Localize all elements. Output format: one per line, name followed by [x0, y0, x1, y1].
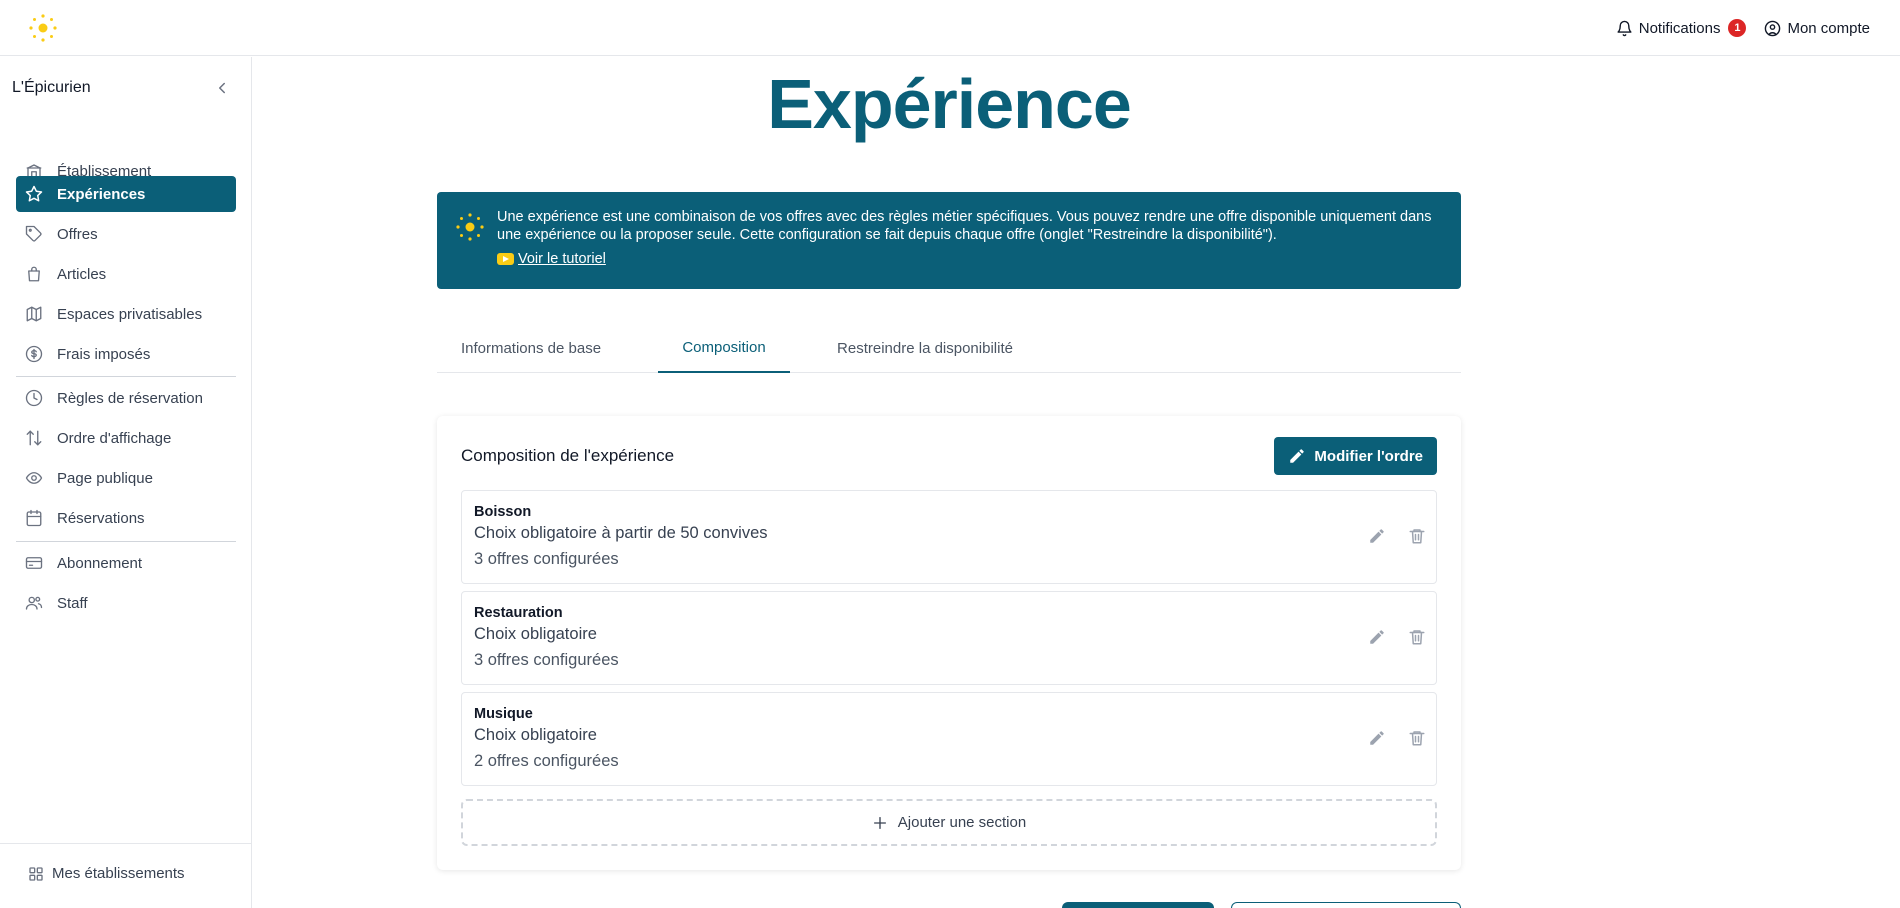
notifications-label: Notifications	[1638, 19, 1721, 37]
tab-label: Informations de base	[460, 340, 602, 357]
trash-icon[interactable]	[1408, 729, 1426, 747]
grid-icon	[29, 866, 43, 881]
sidebar: L'Épicurien Établissement Expériences Of…	[0, 57, 252, 908]
star-icon	[25, 185, 43, 202]
tag-icon	[25, 225, 42, 242]
add-section-button[interactable]: Ajouter une section	[461, 799, 1437, 846]
sidebar-item-label: Abonnement	[57, 554, 143, 572]
top-bar: Notifications 1 Mon compte	[0, 0, 1900, 56]
sidebar-item-frais[interactable]: Frais imposés	[16, 336, 236, 372]
section-rule: Choix obligatoire	[474, 625, 597, 643]
tutorial-link-label: Voir le tutoriel	[518, 251, 606, 267]
info-text: Une expérience est une combinaison de vo…	[497, 209, 1432, 243]
sidebar-item-offres[interactable]: Offres	[16, 216, 236, 252]
composition-card: Composition de l'expérience Modifier l'o…	[437, 416, 1461, 870]
sun-logo-icon[interactable]	[28, 13, 58, 43]
tab-informations-de-base[interactable]: Informations de base	[437, 324, 625, 373]
plus-icon	[873, 816, 886, 829]
sidebar-item-staff[interactable]: Staff	[16, 585, 236, 621]
sidebar-item-label: Page publique	[57, 469, 153, 487]
sidebar-item-label: Staff	[57, 594, 88, 612]
edit-pencil-icon[interactable]	[1368, 729, 1386, 747]
tab-restreindre-disponibilite[interactable]: Restreindre la disponibilité	[830, 324, 1020, 373]
section-offer-count: 3 offres configurées	[474, 651, 619, 669]
notifications-badge: 1	[1728, 19, 1747, 37]
tab-label: Composition	[682, 339, 766, 356]
section-name: Boisson	[474, 504, 532, 520]
sidebar-item-articles[interactable]: Articles	[16, 256, 236, 292]
sidebar-item-label: Frais imposés	[57, 345, 151, 363]
users-icon	[25, 596, 43, 610]
bell-icon	[1617, 20, 1632, 36]
user-circle-icon	[1765, 20, 1781, 36]
sidebar-item-ordre[interactable]: Ordre d'affichage	[16, 420, 236, 456]
sidebar-item-regles[interactable]: Règles de réservation	[16, 380, 236, 416]
my-establishments-button[interactable]: Mes établissements	[28, 865, 185, 882]
account-button[interactable]: Mon compte	[1764, 20, 1870, 37]
sun-info-icon	[456, 213, 484, 241]
sidebar-item-label: Ordre d'affichage	[57, 429, 172, 447]
tab-label: Restreindre la disponibilité	[837, 340, 1013, 357]
composition-title: Composition de l'expérience	[461, 446, 675, 465]
sidebar-item-page-publique[interactable]: Page publique	[16, 460, 236, 496]
sidebar-item-label: Réservations	[57, 509, 145, 527]
shopping-bag-icon	[28, 266, 40, 282]
map-icon	[26, 306, 42, 322]
page-title: Expérience	[767, 65, 1132, 143]
bottom-primary-button[interactable]	[1062, 902, 1214, 908]
notifications-button[interactable]: Notifications 1	[1616, 19, 1747, 37]
credit-card-icon	[25, 557, 43, 569]
tabs-bar: Informations de base Composition Restrei…	[437, 324, 1461, 373]
sidebar-item-label: Espaces privatisables	[57, 305, 203, 323]
sidebar-item-label: Règles de réservation	[57, 389, 203, 407]
sort-arrows-icon	[26, 430, 42, 446]
establishment-name: L'Épicurien	[12, 79, 91, 96]
info-banner: Une expérience est une combinaison de vo…	[437, 192, 1461, 289]
my-establishments-label: Mes établissements	[52, 865, 185, 882]
section-offer-count: 2 offres configurées	[474, 752, 619, 770]
section-item: Boisson Choix obligatoire à partir de 50…	[461, 490, 1437, 584]
section-name: Restauration	[474, 605, 563, 621]
edit-order-label: Modifier l'ordre	[1314, 447, 1423, 465]
account-label: Mon compte	[1787, 19, 1870, 37]
edit-pencil-icon[interactable]	[1368, 628, 1386, 646]
section-item: Restauration Choix obligatoire 3 offres …	[461, 591, 1437, 685]
edit-order-button[interactable]: Modifier l'ordre	[1274, 437, 1437, 475]
pencil-icon	[1290, 449, 1305, 463]
video-play-icon	[497, 253, 514, 265]
sidebar-item-abonnement[interactable]: Abonnement	[16, 545, 236, 581]
trash-icon[interactable]	[1408, 628, 1426, 646]
section-rule: Choix obligatoire à partir de 50 convive…	[474, 524, 768, 542]
sidebar-item-label: Expériences	[57, 185, 146, 203]
clock-icon	[25, 389, 43, 407]
sidebar-item-espaces[interactable]: Espaces privatisables	[16, 296, 236, 332]
sidebar-item-label: Articles	[57, 265, 107, 283]
sidebar-divider	[16, 541, 236, 542]
sidebar-item-experiences[interactable]: Expériences	[16, 176, 236, 212]
sidebar-footer-divider	[0, 843, 252, 844]
section-item: Musique Choix obligatoire 2 offres confi…	[461, 692, 1437, 786]
sidebar-item-reservations[interactable]: Réservations	[16, 500, 236, 536]
bottom-secondary-button[interactable]	[1231, 902, 1461, 908]
calendar-icon	[26, 509, 42, 527]
dollar-icon	[25, 345, 43, 363]
section-offer-count: 3 offres configurées	[474, 550, 619, 568]
eye-icon	[25, 472, 43, 484]
trash-icon[interactable]	[1408, 527, 1426, 545]
tab-composition[interactable]: Composition	[658, 324, 790, 373]
add-section-label: Ajouter une section	[897, 814, 1027, 831]
section-rule: Choix obligatoire	[474, 726, 597, 744]
section-name: Musique	[474, 706, 533, 722]
collapse-chevron-left-icon[interactable]	[213, 79, 231, 97]
sidebar-item-label: Offres	[57, 225, 98, 243]
edit-pencil-icon[interactable]	[1368, 527, 1386, 545]
sidebar-divider	[16, 376, 236, 377]
tutorial-link[interactable]: Voir le tutoriel	[497, 250, 606, 268]
